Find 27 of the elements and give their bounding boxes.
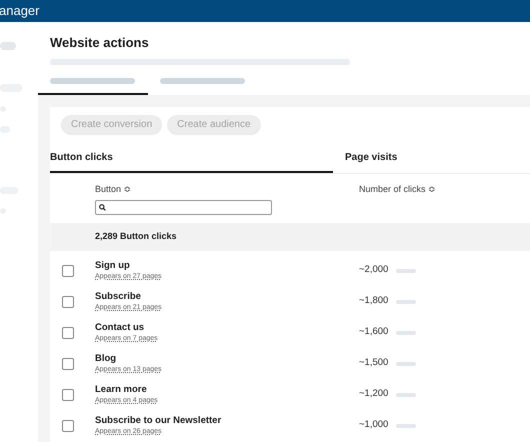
column-header[interactable]: Number of clicks ≎ — [359, 182, 436, 215]
row-checkbox[interactable] — [62, 326, 74, 338]
button-name: Blog — [95, 352, 118, 364]
tab[interactable]: Page visits — [333, 144, 530, 172]
row-checkbox[interactable] — [62, 358, 74, 370]
column-header[interactable]: Button ≎ — [95, 182, 359, 196]
button-name: Learn more — [95, 384, 148, 396]
clicks-value: ~1,800 — [359, 294, 390, 308]
clicks-value: ~1,500 — [359, 356, 390, 370]
button-name: Subscribe to our Newsletter — [95, 414, 222, 426]
page-title: Website actions — [50, 34, 150, 52]
button-name: Subscribe — [95, 290, 142, 302]
button-name: Sign up — [95, 260, 131, 272]
row-checkbox[interactable] — [62, 264, 74, 276]
clicks-value: ~1,200 — [359, 387, 390, 402]
search-field[interactable] — [95, 200, 272, 215]
row-checkbox[interactable] — [62, 296, 74, 308]
clicks-value: ~2,000 — [359, 263, 390, 278]
search-icon — [99, 204, 106, 211]
button-name: Contact us — [95, 322, 146, 334]
row-checkbox[interactable] — [62, 388, 74, 400]
skeleton-bar — [0, 42, 16, 50]
summary-text: 2,289 Button clicks — [95, 230, 177, 244]
row-checkbox[interactable] — [62, 420, 74, 432]
clicks-value: ~1,000 — [359, 418, 390, 432]
tab[interactable]: Button clicks — [50, 144, 333, 172]
clicks-value: ~1,600 — [359, 325, 390, 340]
